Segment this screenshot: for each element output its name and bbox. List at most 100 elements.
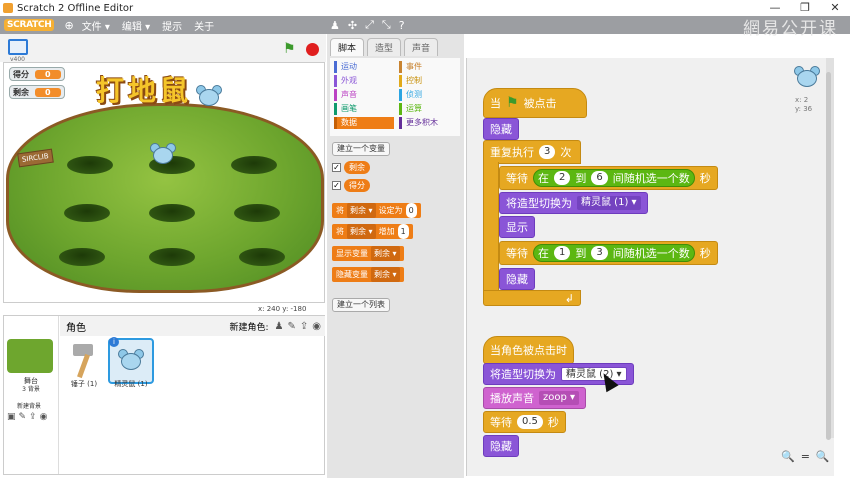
category-data[interactable]: 数据 — [334, 117, 394, 129]
stage-thumbnail[interactable] — [7, 339, 53, 373]
block-text: 到 — [575, 247, 587, 260]
category-events[interactable]: 事件 — [399, 61, 422, 73]
hide-block-3[interactable]: 隐藏 — [483, 435, 519, 457]
pick-random-reporter[interactable]: 在 2 到 6 间随机选一个数 — [533, 169, 695, 187]
editor-tabs: 脚本 造型 声音 — [330, 38, 441, 56]
repeat-block[interactable]: 重复执行 3 次 — [483, 140, 581, 164]
costume-dropdown[interactable]: 精灵鼠 (1) ▾ — [577, 196, 641, 210]
category-looks[interactable]: 外观 — [334, 75, 357, 87]
menu-about[interactable]: 关于 — [194, 18, 214, 33]
category-pen[interactable]: 画笔 — [334, 103, 357, 115]
delete-cut-icon[interactable]: ✣ — [348, 19, 357, 32]
language-globe-icon[interactable]: ⊕ — [64, 19, 73, 32]
mole-hole — [234, 204, 280, 222]
hide-block-2[interactable]: 隐藏 — [499, 268, 535, 290]
stop-icon[interactable] — [306, 43, 319, 56]
block-text: 到 — [575, 172, 587, 185]
make-list-button[interactable]: 建立一个列表 — [332, 298, 390, 312]
random-to-input[interactable]: 3 — [591, 246, 608, 260]
wait-seconds-input[interactable]: 0.5 — [517, 415, 543, 429]
costume-dropdown[interactable]: 精灵鼠 (2) ▾ — [561, 367, 627, 381]
sprite-position: x: 2 y: 36 — [795, 96, 812, 114]
camera-backdrop-icon[interactable]: ◉ — [40, 412, 48, 422]
var-reporter-remaining[interactable]: 剩余 — [344, 161, 370, 174]
scratch-logo[interactable]: SCRATCH — [4, 19, 55, 31]
random-from-input[interactable]: 1 — [554, 246, 571, 260]
set-var-block[interactable]: 将 剩余 ▾ 设定为 0 — [332, 203, 421, 218]
tab-scripts[interactable]: 脚本 — [330, 38, 365, 56]
switch-costume-block-1[interactable]: 将造型切换为 精灵鼠 (1) ▾ — [499, 192, 648, 214]
show-block[interactable]: 显示 — [499, 216, 535, 238]
var-dropdown[interactable]: 剩余 ▾ — [347, 224, 376, 239]
menu-edit[interactable]: 编辑 ▾ — [122, 18, 150, 33]
sprite-library-icon[interactable]: ♟ — [275, 321, 284, 332]
upload-backdrop-icon[interactable]: ⇪ — [29, 412, 37, 422]
block-text: 隐藏 — [490, 123, 512, 136]
paint-backdrop-icon[interactable]: ✎ — [19, 412, 27, 422]
when-sprite-clicked-hat[interactable]: 当角色被点击时 — [483, 336, 574, 364]
category-control[interactable]: 控制 — [399, 75, 422, 87]
play-sound-block[interactable]: 播放声音 zoop ▾ — [483, 387, 587, 409]
menu-tips[interactable]: 提示 — [162, 18, 182, 33]
block-text: 隐藏 — [506, 273, 528, 286]
scratch-app-icon — [3, 3, 13, 13]
stage[interactable]: 打地鼠 SIRCLIB 得分 0 剩余 0 — [3, 62, 325, 303]
var-dropdown[interactable]: 剩余 ▾ — [347, 203, 376, 218]
tab-sounds[interactable]: 声音 — [404, 38, 439, 56]
value-input[interactable]: 1 — [397, 224, 409, 239]
when-flag-clicked-hat[interactable]: 当 ⚑ 被点击 — [483, 88, 587, 118]
category-motion[interactable]: 运动 — [334, 61, 357, 73]
grow-icon[interactable]: ⤢ — [365, 18, 374, 32]
make-variable-button[interactable]: 建立一个变量 — [332, 142, 390, 156]
score-monitor[interactable]: 得分 0 — [9, 67, 65, 81]
scripts-scroll-thumb[interactable] — [826, 72, 831, 440]
random-from-input[interactable]: 2 — [554, 171, 571, 185]
backdrop-library-icon[interactable]: ▣ — [7, 412, 16, 422]
pick-random-reporter[interactable]: 在 1 到 3 间随机选一个数 — [533, 244, 695, 262]
duplicate-stamp-icon[interactable]: ♟ — [330, 19, 340, 32]
var-dropdown[interactable]: 剩余 ▾ — [371, 267, 400, 282]
var-reporter-score[interactable]: 得分 — [344, 179, 370, 192]
zoom-reset-icon[interactable]: = — [801, 450, 810, 463]
zoom-in-icon[interactable]: 🔍 — [816, 450, 830, 463]
remaining-monitor[interactable]: 剩余 0 — [9, 85, 65, 99]
upload-sprite-icon[interactable]: ⇪ — [300, 321, 308, 332]
category-sensing[interactable]: 侦测 — [399, 89, 422, 101]
var-checkbox-score[interactable]: ✓ — [332, 181, 341, 190]
paint-sprite-icon[interactable]: ✎ — [287, 321, 295, 332]
category-sound[interactable]: 声音 — [334, 89, 357, 101]
stage-backdrop-field — [6, 103, 324, 293]
camera-sprite-icon[interactable]: ◉ — [312, 321, 321, 332]
hide-var-block[interactable]: 隐藏变量 剩余 ▾ — [332, 267, 404, 282]
help-icon[interactable]: ? — [399, 19, 405, 32]
green-flag-icon[interactable]: ⚑ — [283, 41, 296, 57]
change-var-block[interactable]: 将 剩余 ▾ 增加 1 — [332, 224, 413, 239]
random-to-input[interactable]: 6 — [591, 171, 608, 185]
hide-block[interactable]: 隐藏 — [483, 118, 519, 140]
backdrop-tools: ▣ ✎ ⇪ ◉ — [7, 412, 47, 422]
var-dropdown[interactable]: 剩余 ▾ — [371, 246, 400, 261]
zoom-out-icon[interactable]: 🔍 — [781, 450, 795, 463]
var-checkbox-remaining[interactable]: ✓ — [332, 163, 341, 172]
sprite-thumb-hammer[interactable] — [61, 338, 107, 384]
repeat-count-input[interactable]: 3 — [539, 145, 556, 159]
shrink-icon[interactable]: ⤡ — [382, 18, 391, 32]
block-text: 将造型切换为 — [490, 368, 556, 381]
sound-dropdown[interactable]: zoop ▾ — [539, 391, 580, 405]
block-text: 秒 — [699, 247, 711, 260]
stage-toolbar — [0, 34, 326, 62]
loop-arrow-icon: ↲ — [564, 291, 574, 305]
sprites-header: 角色 新建角色: ♟ ✎ ⇪ ◉ — [60, 316, 325, 336]
wait-random-block-2[interactable]: 等待 在 1 到 3 间随机选一个数 秒 — [499, 241, 718, 265]
show-var-block[interactable]: 显示变量 剩余 ▾ — [332, 246, 404, 261]
wait-seconds-block[interactable]: 等待 0.5 秒 — [483, 411, 566, 433]
wait-random-block-1[interactable]: 等待 在 2 到 6 间随机选一个数 秒 — [499, 166, 718, 190]
menu-file[interactable]: 文件 ▾ — [82, 18, 110, 33]
presentation-mode-icon[interactable] — [8, 39, 28, 55]
sprite-info-icon[interactable]: i — [109, 337, 119, 347]
category-more-blocks[interactable]: 更多积木 — [399, 117, 438, 129]
mouse-sprite[interactable] — [150, 143, 176, 165]
tab-costumes[interactable]: 造型 — [367, 38, 402, 56]
category-operators[interactable]: 运算 — [399, 103, 422, 115]
value-input[interactable]: 0 — [405, 203, 417, 218]
